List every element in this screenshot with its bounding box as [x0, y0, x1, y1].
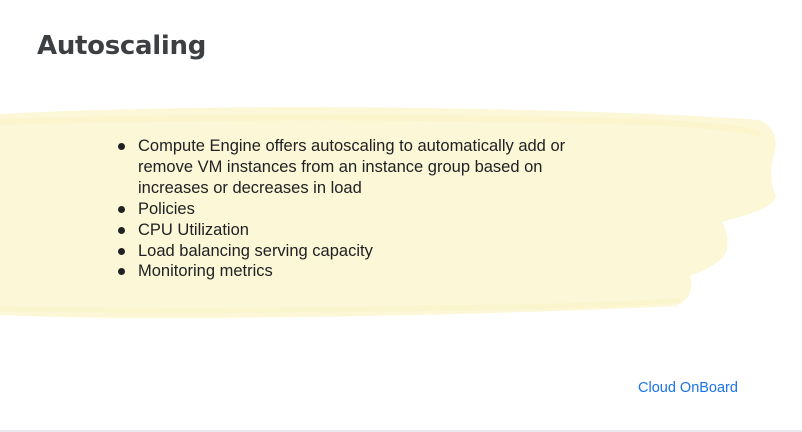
brand-label: Cloud OnBoard [638, 380, 738, 396]
bullet-item: Load balancing serving capacity [118, 241, 588, 262]
bullet-item: Monitoring metrics [118, 261, 588, 282]
bullet-dot [118, 143, 125, 150]
slide-title: Autoscaling [37, 31, 207, 61]
bullet-list: Compute Engine offers autoscaling to aut… [118, 136, 588, 282]
slide: Autoscaling Compute Engine offers autosc… [0, 0, 802, 432]
bullet-dot [118, 205, 125, 213]
bullet-text: Compute Engine offers autoscaling to aut… [138, 137, 566, 197]
bullet-dot [118, 226, 125, 234]
bullet-dot [118, 247, 125, 255]
bullet-item: Policies [118, 199, 588, 220]
bullet-item: CPU Utilization [118, 220, 588, 241]
bullet-item: Compute Engine offers autoscaling to aut… [118, 136, 588, 199]
bullet-text: Policies [138, 199, 195, 218]
bullet-text: Load balancing serving capacity [138, 241, 373, 260]
bullet-dot [118, 268, 125, 276]
bullet-text: CPU Utilization [138, 220, 249, 239]
bullet-text: Monitoring metrics [138, 262, 273, 281]
